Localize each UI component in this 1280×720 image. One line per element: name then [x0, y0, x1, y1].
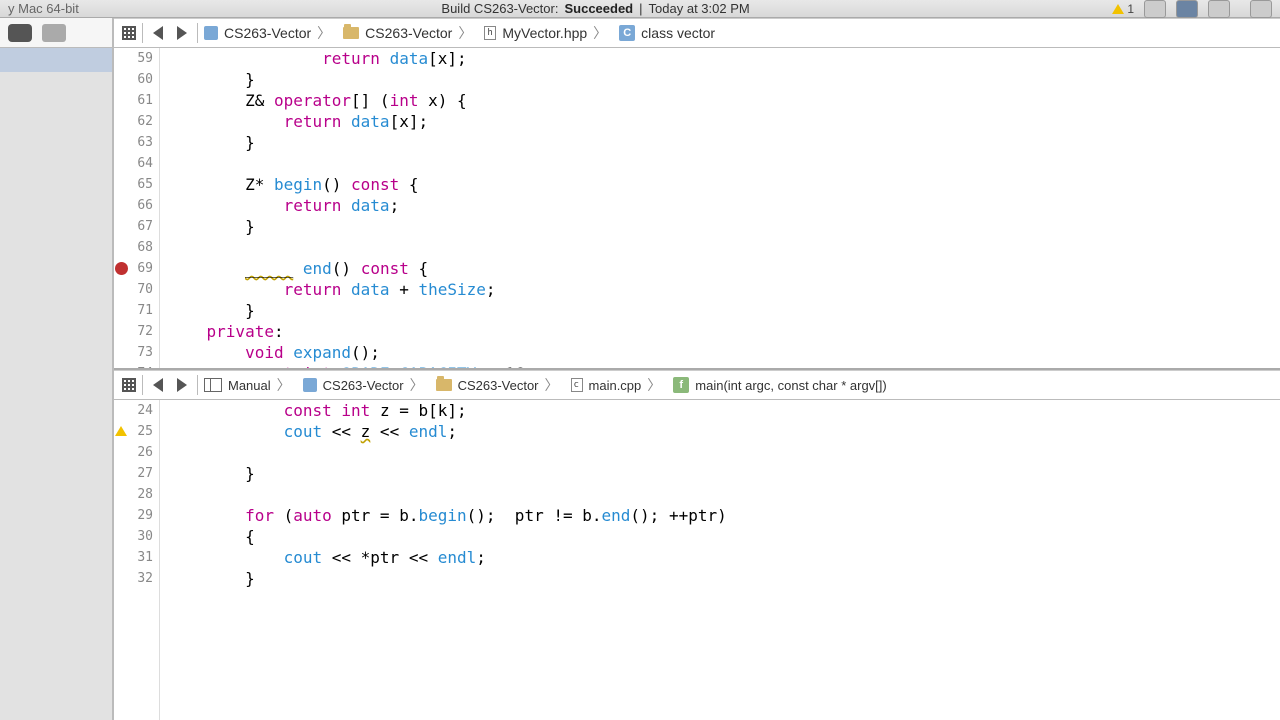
- build-status: Succeeded: [564, 1, 633, 16]
- build-separator: |: [639, 1, 642, 16]
- breadcrumb-file[interactable]: h MyVector.hpp 〉: [478, 23, 613, 43]
- chevron-right-icon: 〉: [545, 375, 559, 395]
- code-bottom[interactable]: const int z = b[k]; cout << z << endl; }…: [160, 400, 1280, 720]
- gutter-bottom[interactable]: 242526272829303132: [114, 400, 160, 720]
- nav-forward-button[interactable]: [173, 24, 191, 42]
- folder-icon: [343, 27, 359, 39]
- breadcrumb-file[interactable]: c main.cpp 〉: [565, 375, 668, 395]
- project-icon: [204, 26, 218, 40]
- warning-count: 1: [1127, 2, 1134, 16]
- breadcrumb-symbol[interactable]: C class vector: [613, 25, 721, 41]
- build-prefix: Build CS263-Vector:: [441, 1, 558, 16]
- related-items-icon[interactable]: [122, 26, 136, 40]
- folder-icon: [436, 379, 452, 391]
- breadcrumb-symbol-label: class vector: [641, 25, 715, 41]
- assistant-editor-icon[interactable]: [1176, 0, 1198, 18]
- project-icon: [303, 378, 317, 392]
- breadcrumb-folder[interactable]: CS263-Vector 〉: [430, 375, 565, 395]
- chevron-right-icon: 〉: [593, 23, 607, 43]
- device-label: y Mac 64-bit: [8, 1, 79, 16]
- chevron-right-icon: 〉: [277, 375, 291, 395]
- version-editor-icon[interactable]: [1208, 0, 1230, 18]
- function-icon: f: [673, 377, 689, 393]
- breadcrumb-project[interactable]: CS263-Vector 〉: [297, 375, 430, 395]
- chevron-right-icon: 〉: [410, 375, 424, 395]
- build-timestamp: Today at 3:02 PM: [649, 1, 750, 16]
- build-status-area[interactable]: Build CS263-Vector: Succeeded | Today at…: [91, 1, 1101, 16]
- header-file-icon: h: [484, 26, 496, 40]
- navigator-mini-toolbar: [0, 18, 112, 48]
- nav-back-button[interactable]: [149, 376, 167, 394]
- breadcrumb-folder-label: CS263-Vector: [365, 25, 452, 41]
- editor-top[interactable]: 5960616263646566676869707172737475767778…: [114, 48, 1280, 368]
- breadcrumb-symbol[interactable]: f main(int argc, const char * argv[]): [667, 377, 892, 393]
- breadcrumb-project[interactable]: CS263-Vector 〉: [198, 23, 337, 43]
- warning-icon: [1112, 4, 1124, 14]
- chevron-right-icon: 〉: [317, 23, 331, 43]
- cpp-file-icon: c: [571, 378, 583, 392]
- counterparts-icon[interactable]: [42, 24, 66, 42]
- split-panel-icon: [204, 378, 222, 392]
- jump-bar-bottom: Manual 〉 CS263-Vector 〉 CS263-Vector 〉 c…: [114, 370, 1280, 400]
- breadcrumb-project-label: CS263-Vector: [323, 378, 404, 393]
- breadcrumb-symbol-label: main(int argc, const char * argv[]): [695, 378, 886, 393]
- chevron-right-icon: 〉: [458, 23, 472, 43]
- jump-bar-top: CS263-Vector 〉 CS263-Vector 〉 h MyVector…: [114, 18, 1280, 48]
- editor-layout-icon[interactable]: [1144, 0, 1166, 18]
- code-top[interactable]: return data[x]; } Z& operator[] (int x) …: [160, 48, 1280, 368]
- nav-forward-button[interactable]: [173, 376, 191, 394]
- navigator-selected-item[interactable]: [0, 48, 112, 72]
- related-items-icon[interactable]: [122, 378, 136, 392]
- warning-badge[interactable]: 1: [1112, 2, 1134, 16]
- assistant-mode[interactable]: Manual 〉: [198, 375, 297, 395]
- editor-bottom[interactable]: 242526272829303132 const int z = b[k]; c…: [114, 400, 1280, 720]
- recent-files-icon[interactable]: [8, 24, 32, 42]
- panel-toggle-icon[interactable]: [1250, 0, 1272, 18]
- gutter-top[interactable]: 5960616263646566676869707172737475767778…: [114, 48, 160, 368]
- class-icon: C: [619, 25, 635, 41]
- breadcrumb-file-label: MyVector.hpp: [502, 25, 587, 41]
- assistant-mode-label: Manual: [228, 378, 271, 393]
- breadcrumb-file-label: main.cpp: [589, 378, 642, 393]
- nav-back-button[interactable]: [149, 24, 167, 42]
- breadcrumb-folder-label: CS263-Vector: [458, 378, 539, 393]
- breadcrumb-project-label: CS263-Vector: [224, 25, 311, 41]
- breadcrumb-folder[interactable]: CS263-Vector 〉: [337, 23, 478, 43]
- navigator-panel: [0, 18, 114, 720]
- chevron-right-icon: 〉: [647, 375, 661, 395]
- title-bar: y Mac 64-bit Build CS263-Vector: Succeed…: [0, 0, 1280, 18]
